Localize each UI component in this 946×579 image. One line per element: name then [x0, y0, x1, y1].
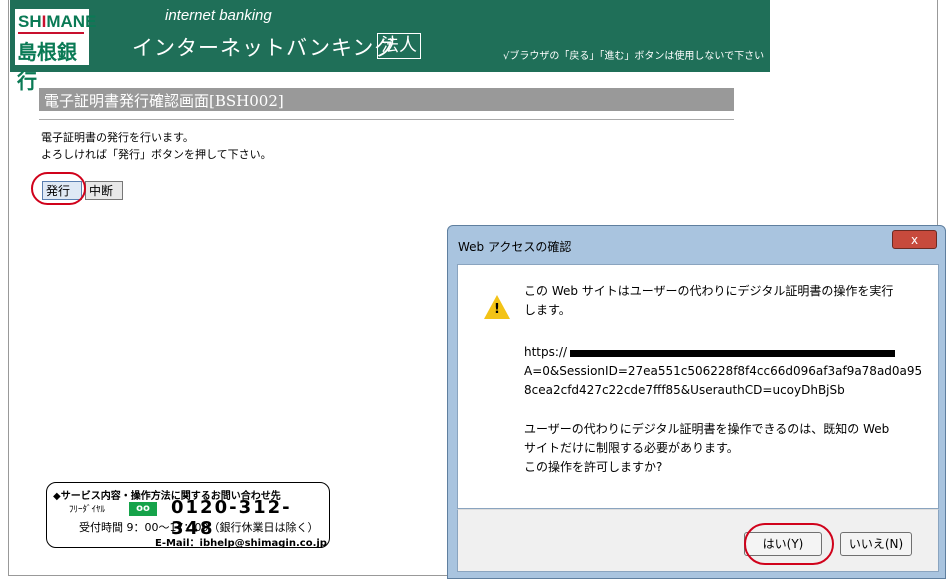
service-name-jp: インターネットバンキング [132, 36, 397, 60]
dialog-question: この操作を許可しますか? [524, 460, 663, 474]
freedial-icon: oo [129, 502, 157, 516]
logo-text-jp: 島根銀行 [17, 40, 77, 93]
redacted-url [570, 350, 895, 357]
service-name-en: internet banking [165, 7, 272, 24]
dialog-message-line-3: ユーザーの代わりにデジタル証明書を操作できるのは、既知の Web [524, 422, 890, 436]
dialog-url-line-3: 8cea2cfd427c22cde7fff85&UserauthCD=ucoyD… [524, 383, 845, 397]
dialog-url-line-1: https:// [524, 345, 568, 359]
corporate-badge: 法人 [377, 33, 421, 59]
close-button[interactable]: x [892, 230, 937, 249]
dialog-footer: はい(Y) いいえ(N) [457, 509, 939, 572]
dialog-url-line-2: A=0&SessionID=27ea551c506228f8f4cc66d096… [524, 364, 923, 378]
freedial-label: ﾌﾘｰﾀﾞｲﾔﾙ [69, 505, 106, 515]
warning-exclamation: ! [494, 302, 500, 317]
web-access-confirm-dialog: Web アクセスの確認 x ! この Web サイトはユーザーの代わりにデジタル… [447, 225, 946, 579]
no-button[interactable]: いいえ(N) [840, 532, 912, 556]
title-divider [39, 119, 734, 120]
shimane-bank-logo: SHIMANE 島根銀行 [14, 8, 96, 93]
contact-email[interactable]: E-Mail：ibhelp@shimagin.co.jp [155, 534, 327, 549]
bank-header: SHIMANE 島根銀行 internet banking インターネットバンキ… [10, 0, 770, 93]
instruction-line-1: 電子証明書の発行を行います。 [41, 131, 194, 144]
dialog-message-line-1: この Web サイトはユーザーの代わりにデジタル証明書の操作を実行 [524, 284, 894, 298]
issue-button-highlight [31, 172, 86, 205]
yes-button-highlight [744, 523, 834, 565]
logo-text-en: SHIMANE [18, 12, 97, 31]
logo-underline [18, 32, 84, 34]
dialog-title: Web アクセスの確認 [458, 240, 572, 254]
contact-info-box: ◆サービス内容・操作方法に関するお問い合わせ先 ﾌﾘｰﾀﾞｲﾔﾙ oo 0120… [46, 482, 330, 549]
page-title-bar: 電子証明書発行確認画面[BSH002] [39, 88, 734, 111]
dialog-message-line-2: します。 [524, 303, 571, 317]
instruction-line-2: よろしければ「発行」ボタンを押して下さい。 [41, 148, 272, 161]
contact-hours: 受付時間 9：00～17：00（銀行休業日は除く） [79, 521, 319, 534]
browser-button-note: √ブラウザの「戻る」「進む」ボタンは使用しないで下さい [503, 51, 765, 62]
dialog-body: ! この Web サイトはユーザーの代わりにデジタル証明書の操作を実行 します。… [457, 264, 939, 509]
dialog-message-line-4: サイトだけに制限する必要があります。 [524, 441, 739, 455]
page-title: 電子証明書発行確認画面[BSH002] [44, 92, 284, 110]
cancel-button[interactable]: 中断 [85, 181, 123, 200]
